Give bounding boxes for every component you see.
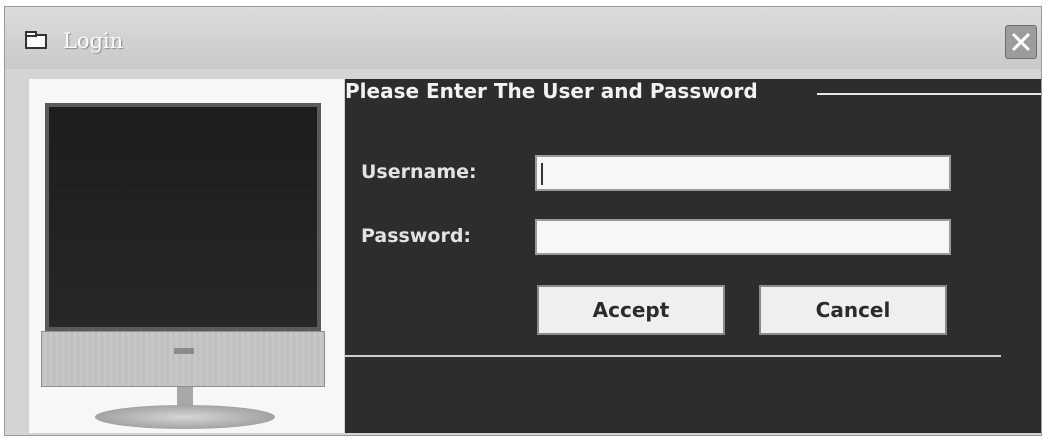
window-title: Login [63, 29, 124, 53]
text-caret [541, 163, 543, 185]
monitor-bezel [41, 331, 325, 387]
password-label: Password: [361, 225, 472, 247]
cancel-button[interactable]: Cancel [759, 285, 947, 335]
login-form-panel: Please Enter The User and Password Usern… [345, 79, 1041, 433]
monitor-base [95, 405, 275, 429]
accept-button[interactable]: Accept [537, 285, 725, 335]
product-image-panel [29, 79, 344, 433]
group-border-bottom [345, 355, 1001, 357]
username-input[interactable] [535, 155, 951, 191]
close-button[interactable] [1005, 25, 1037, 59]
group-title: Please Enter The User and Password [345, 79, 758, 103]
title-bar[interactable]: Login [5, 7, 1041, 69]
login-window: Login Please Enter The User and Password… [4, 6, 1042, 436]
close-icon [1011, 32, 1031, 52]
monitor-screen [45, 103, 321, 331]
window-icon [25, 31, 47, 49]
group-border-top [817, 93, 1041, 95]
monitor-logo [174, 348, 194, 354]
username-label: Username: [361, 161, 477, 183]
password-input[interactable] [535, 219, 951, 255]
